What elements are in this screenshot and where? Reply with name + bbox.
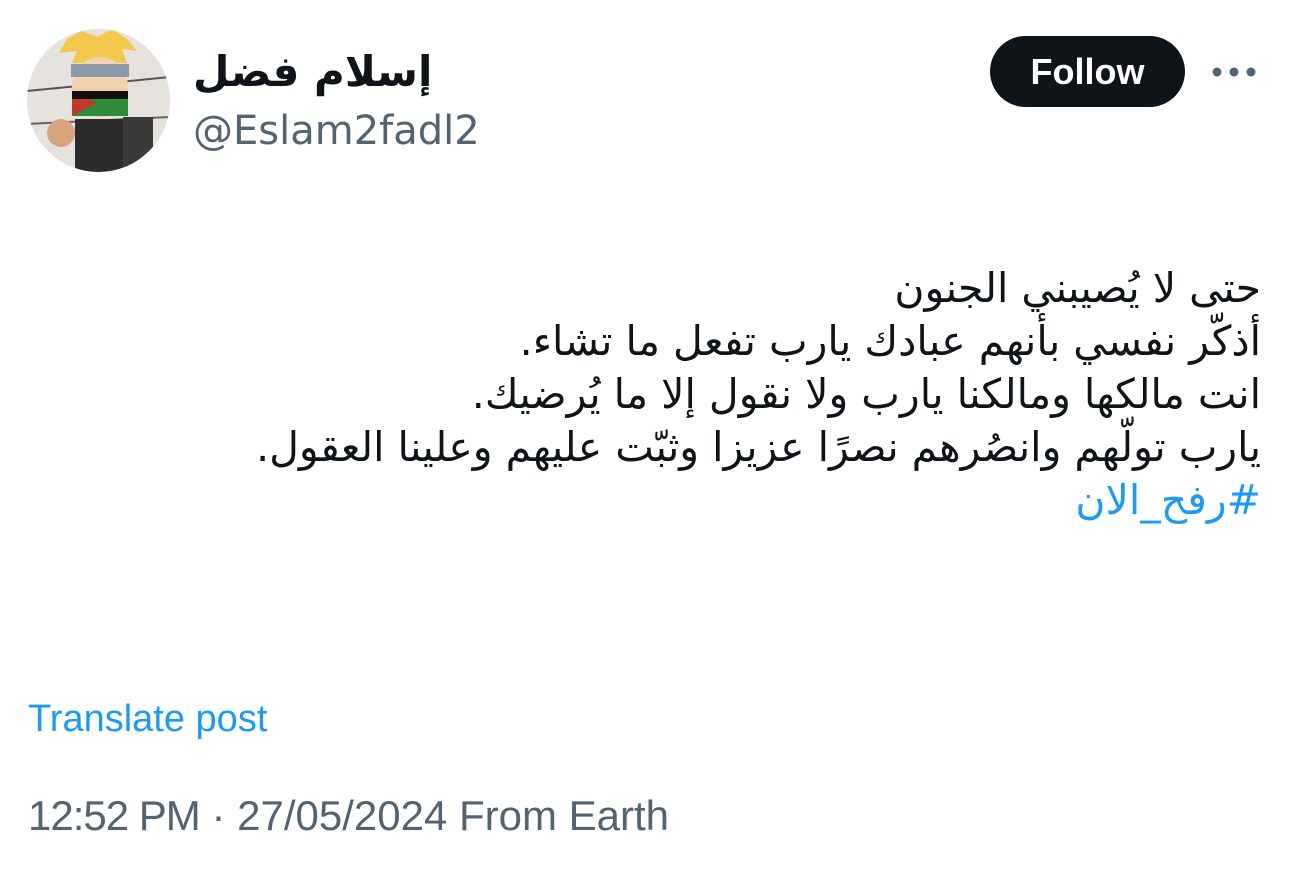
tweet-line: حتى لا يُصيبني الجنون: [894, 264, 1261, 312]
display-name[interactable]: إسلام فضل: [193, 42, 432, 102]
follow-button[interactable]: Follow: [990, 36, 1185, 107]
tweet-text: حتى لا يُصيبني الجنون أذكّر نفسي بأنهم ع…: [21, 262, 1261, 527]
tweet-metadata: 12:52 PM · 27/05/2024 From Earth: [28, 790, 669, 842]
meta-separator: ·: [199, 792, 238, 839]
timestamp-date[interactable]: 27/05/2024: [237, 792, 447, 839]
more-dots-icon: [1212, 67, 1256, 77]
tweet-line: أذكّر نفسي بأنهم عبادك يارب تفعل ما تشاء…: [519, 317, 1261, 365]
translate-post-link[interactable]: Translate post: [28, 695, 267, 743]
timestamp-time[interactable]: 12:52 PM: [28, 792, 201, 839]
avatar[interactable]: [27, 29, 170, 172]
more-horizontal-icon[interactable]: [1208, 56, 1260, 88]
tweet-line: انت مالكها ومالكنا يارب ولا نقول إلا ما …: [471, 370, 1261, 418]
tweet-line: يارب تولّهم وانصُرهم نصرًا عزيزا وثبّت ع…: [256, 423, 1261, 471]
hashtag-link[interactable]: #رفح_الان: [21, 474, 1261, 527]
user-handle[interactable]: @Eslam2fadl2: [193, 106, 480, 156]
post-source: From Earth: [447, 792, 670, 839]
avatar-image: [27, 29, 170, 172]
